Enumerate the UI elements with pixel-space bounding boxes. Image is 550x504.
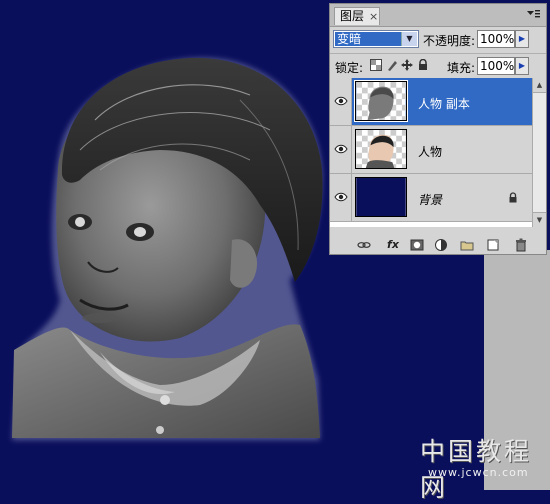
lock-label: 锁定: (335, 61, 364, 75)
opacity-input[interactable]: 100% (477, 30, 515, 48)
layer-row-renwu-copy[interactable]: 人物 副本 (330, 78, 532, 126)
layer-name: 人物 (418, 145, 443, 159)
eye-icon (334, 192, 348, 202)
opacity-label: 不透明度: (423, 34, 476, 48)
visibility-toggle[interactable] (330, 126, 352, 173)
eye-icon (334, 144, 348, 154)
layers-bottom-toolbar: fx (330, 236, 546, 254)
lock-position-icon[interactable] (401, 59, 413, 71)
panel-tabbar: 图层 × (330, 4, 546, 27)
new-layer-icon[interactable] (486, 238, 500, 252)
visibility-toggle[interactable] (330, 78, 352, 125)
layers-panel: 图层 × 变暗 ▼ 不透明度: 100% ▶ 锁定: 填充: 100% ▶ 人物… (329, 3, 547, 255)
lock-row: 锁定: 填充: 100% ▶ (330, 53, 546, 78)
trash-icon[interactable] (514, 238, 528, 252)
fill-slider-button[interactable]: ▶ (515, 57, 529, 75)
panel-menu-icon[interactable] (525, 8, 541, 22)
fx-icon[interactable]: fx (386, 238, 400, 252)
layers-scrollbar[interactable]: ▲ ▼ (532, 78, 546, 227)
blend-mode-select[interactable]: 变暗 ▼ (333, 30, 419, 48)
layer-row-background[interactable]: 背景 (330, 174, 532, 222)
layers-list: 人物 副本 人物 背景 (330, 78, 532, 227)
tab-label: 图层 (340, 9, 365, 23)
visibility-toggle[interactable] (330, 174, 352, 221)
scroll-down-arrow-icon[interactable]: ▼ (533, 212, 546, 227)
lock-icon (509, 192, 517, 203)
fill-input[interactable]: 100% (477, 57, 515, 75)
layer-name: 背景 (418, 193, 443, 207)
scroll-up-arrow-icon[interactable]: ▲ (533, 78, 546, 93)
group-icon[interactable] (460, 238, 474, 252)
eye-icon (334, 96, 348, 106)
layer-thumbnail (354, 80, 408, 122)
tab-layers[interactable]: 图层 × (334, 7, 380, 25)
chevron-down-icon[interactable]: ▼ (401, 32, 417, 46)
lock-pixels-icon[interactable] (386, 59, 398, 71)
close-icon[interactable]: × (369, 8, 378, 25)
link-icon[interactable] (357, 238, 371, 252)
lock-transparency-icon[interactable] (370, 59, 382, 71)
fill-label: 填充: (447, 61, 476, 75)
layer-row-renwu[interactable]: 人物 (330, 126, 532, 174)
watermark-url: www.jcwcn.com (428, 466, 529, 479)
blend-row: 变暗 ▼ 不透明度: 100% ▶ (330, 27, 546, 53)
adjustment-icon[interactable] (434, 238, 448, 252)
layer-name: 人物 副本 (418, 97, 470, 111)
blend-mode-value: 变暗 (335, 32, 401, 46)
mask-icon[interactable] (410, 238, 424, 252)
lock-all-icon[interactable] (417, 59, 429, 71)
opacity-slider-button[interactable]: ▶ (515, 30, 529, 48)
layer-thumbnail (355, 177, 407, 217)
layer-thumbnail (355, 129, 407, 169)
